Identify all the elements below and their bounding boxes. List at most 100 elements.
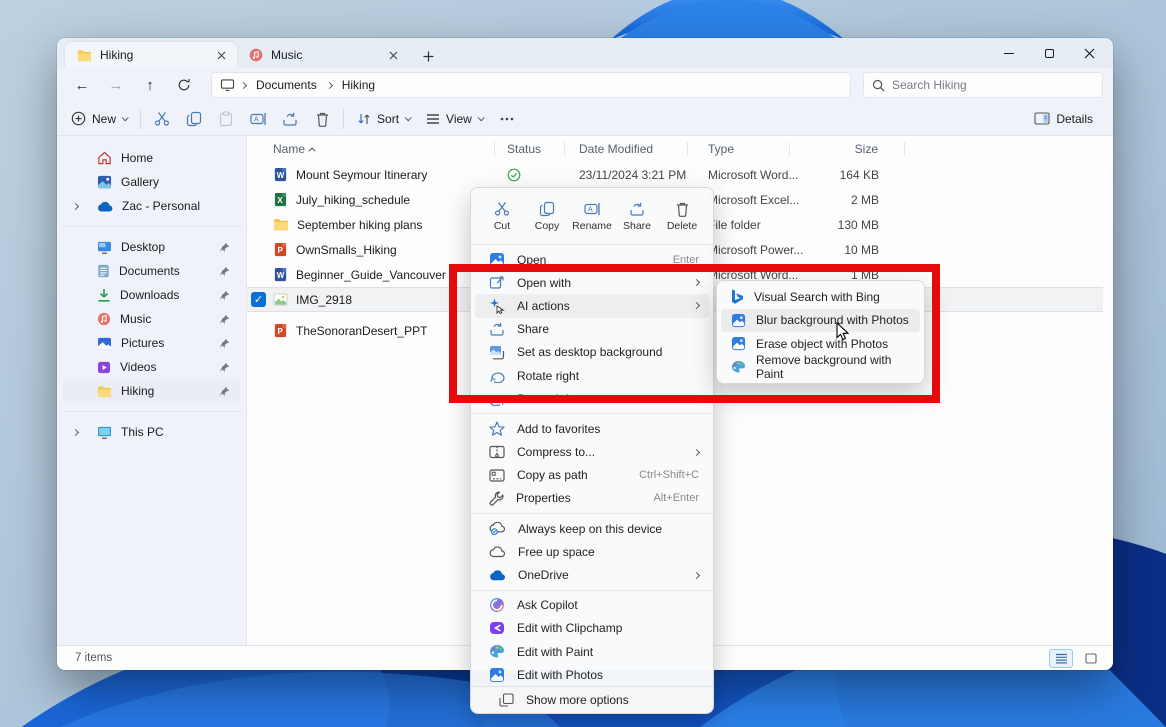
copy-button[interactable]: [178, 105, 210, 133]
breadcrumb-documents[interactable]: Documents: [252, 76, 321, 94]
submenu-arrow-icon: [693, 449, 700, 456]
sort-button[interactable]: Sort: [349, 105, 418, 133]
rename-menu-button[interactable]: ARename: [571, 195, 613, 237]
clipchamp-icon: [489, 621, 505, 635]
paste-button[interactable]: [210, 105, 242, 133]
this-pc-icon: [97, 426, 112, 439]
cut-button[interactable]: [146, 105, 178, 133]
menu-item-show-more-options[interactable]: Show more options: [471, 686, 713, 713]
sidebar-item-documents[interactable]: Documents: [63, 259, 240, 283]
menu-item-compress-to[interactable]: Compress to...: [475, 441, 709, 464]
rename-button[interactable]: A: [242, 105, 274, 133]
view-button[interactable]: View: [418, 105, 491, 133]
tab-close-icon[interactable]: [213, 47, 229, 63]
column-header-name[interactable]: Name: [247, 142, 495, 156]
sidebar-item-gallery[interactable]: Gallery: [63, 170, 240, 194]
svg-text:W: W: [277, 171, 285, 180]
menu-item-onedrive[interactable]: OneDrive: [475, 563, 709, 586]
sidebar-item-label: Home: [121, 151, 153, 165]
selected-checkbox[interactable]: ✓: [251, 292, 266, 307]
column-header-type[interactable]: Type: [688, 142, 790, 156]
close-icon: [1084, 48, 1095, 59]
chevron-down-icon: [477, 114, 484, 121]
copy-icon: [186, 111, 202, 127]
maximize-button[interactable]: [1029, 38, 1069, 68]
menu-item-add-to-favorites[interactable]: Add to favorites: [475, 417, 709, 440]
details-pane-button[interactable]: Details: [1026, 105, 1101, 133]
column-header-date-modified[interactable]: Date Modified: [565, 142, 688, 156]
menu-item-free-up-space[interactable]: Free up space: [475, 540, 709, 563]
copy-icon: [539, 201, 555, 217]
sidebar-item-label: Desktop: [121, 240, 165, 254]
tab-hiking[interactable]: Hiking: [65, 42, 237, 68]
more-options-button[interactable]: [491, 105, 523, 133]
tab-music[interactable]: Music: [237, 42, 409, 68]
sidebar-item-downloads[interactable]: Downloads: [63, 283, 240, 307]
tab-close-icon[interactable]: [385, 47, 401, 63]
expand-chevron-icon[interactable]: [72, 428, 79, 435]
trash-icon: [315, 111, 330, 127]
back-button[interactable]: ←: [67, 72, 97, 98]
menu-item-copy-as-path[interactable]: Copy as pathCtrl+Shift+C: [475, 464, 709, 487]
column-header-status[interactable]: Status: [495, 142, 565, 156]
file-name: Beginner_Guide_Vancouver: [296, 268, 446, 282]
menu-item-properties[interactable]: PropertiesAlt+Enter: [475, 487, 709, 510]
tab-label: Music: [271, 48, 377, 62]
sidebar-item-home[interactable]: Home: [63, 146, 240, 170]
share-icon: [282, 111, 298, 127]
details-view-button[interactable]: [1049, 649, 1073, 668]
address-bar[interactable]: Documents Hiking: [211, 72, 851, 98]
sidebar-item-onedrive-personal[interactable]: Zac - Personal: [63, 194, 240, 218]
synced-status-icon: [507, 168, 521, 182]
view-button-label: View: [446, 112, 472, 126]
breadcrumb-hiking[interactable]: Hiking: [338, 76, 379, 94]
pin-icon: [219, 362, 230, 373]
menu-item-always-keep-on-device[interactable]: Always keep on this device: [475, 517, 709, 540]
cloud-icon: [489, 546, 506, 558]
column-header-size[interactable]: Size: [790, 142, 905, 156]
sidebar-divider: [61, 226, 242, 227]
thumbnail-view-button[interactable]: [1079, 649, 1103, 668]
submenu-arrow-icon: [693, 571, 700, 578]
search-box[interactable]: [863, 72, 1103, 98]
minimize-icon: [1004, 53, 1014, 54]
delete-menu-button[interactable]: Delete: [661, 195, 703, 237]
cut-menu-button[interactable]: Cut: [481, 195, 523, 237]
copy-menu-button[interactable]: Copy: [526, 195, 568, 237]
sidebar-item-this-pc[interactable]: This PC: [63, 420, 240, 444]
new-tab-button[interactable]: [415, 44, 441, 68]
chevron-down-icon: [405, 114, 412, 121]
sidebar-item-desktop[interactable]: Desktop: [63, 235, 240, 259]
image-file-icon: [273, 293, 288, 306]
search-input[interactable]: [892, 78, 1094, 92]
menu-item-edit-with-photos[interactable]: Edit with Photos: [475, 663, 709, 686]
sidebar-item-music[interactable]: Music: [63, 307, 240, 331]
sort-icon: [357, 112, 371, 126]
tab-bar: Hiking Music: [57, 38, 1113, 68]
close-button[interactable]: [1069, 38, 1109, 68]
file-row[interactable]: WMount Seymour Itinerary 23/11/2024 3:21…: [247, 162, 1113, 187]
details-button-label: Details: [1056, 112, 1093, 126]
sort-button-label: Sort: [377, 112, 399, 126]
menu-item-edit-with-paint[interactable]: Edit with Paint: [475, 640, 709, 663]
sidebar-item-pictures[interactable]: Pictures: [63, 331, 240, 355]
sidebar-item-hiking[interactable]: Hiking: [63, 379, 240, 403]
up-button[interactable]: ↑: [135, 72, 165, 98]
expand-chevron-icon[interactable]: [72, 202, 79, 209]
forward-button[interactable]: →: [101, 72, 131, 98]
menu-item-edit-with-clipchamp[interactable]: Edit with Clipchamp: [475, 617, 709, 640]
file-name: TheSonoranDesert_PPT: [296, 324, 427, 338]
paste-icon: [218, 111, 234, 127]
share-button[interactable]: [274, 105, 306, 133]
new-button[interactable]: New: [63, 105, 135, 133]
view-icon: [426, 113, 440, 125]
sidebar-item-videos[interactable]: Videos: [63, 355, 240, 379]
delete-button[interactable]: [306, 105, 338, 133]
quick-actions: Cut Copy ARename Share Delete: [471, 193, 713, 241]
file-name: Mount Seymour Itinerary: [296, 168, 427, 182]
menu-item-ask-copilot[interactable]: Ask Copilot: [475, 594, 709, 617]
sidebar-item-label: Hiking: [121, 384, 154, 398]
share-menu-button[interactable]: Share: [616, 195, 658, 237]
minimize-button[interactable]: [989, 38, 1029, 68]
refresh-button[interactable]: [169, 72, 199, 98]
